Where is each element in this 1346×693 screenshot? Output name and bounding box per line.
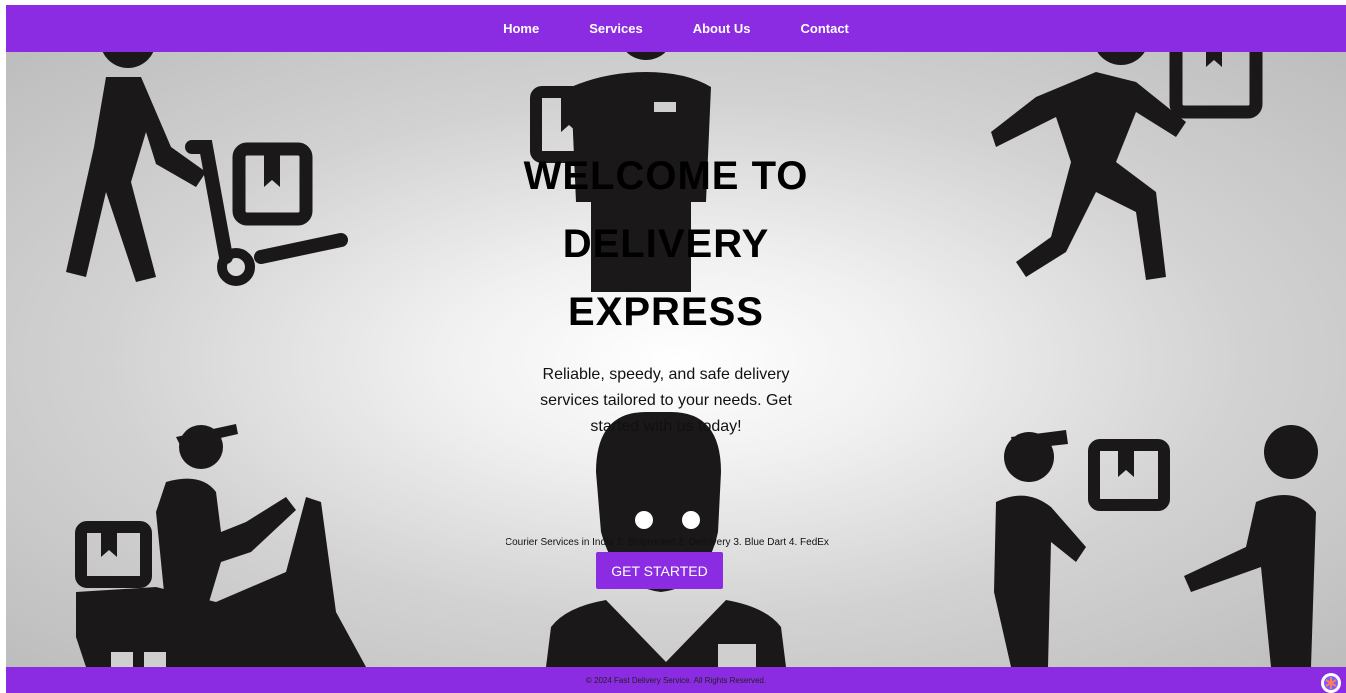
footer-copyright: © 2024 Fast Delivery Service. All Rights… [585,675,767,685]
courier-ticker: Top Courier Services in India 1. Shiproc… [506,537,831,551]
delivery-cart-icon [66,52,348,286]
hero-title: WELCOME TO DELIVERY EXPRESS [496,142,836,346]
scooter-courier-icon [75,424,366,667]
hero-title-line-1: WELCOME TO [523,154,809,198]
nav-link-about[interactable]: About Us [693,21,751,36]
nav-link-services[interactable]: Services [589,21,643,36]
nav-link-home[interactable]: Home [503,21,539,36]
hero-title-line-2: DELIVERY [562,222,770,266]
nav-item-contact: Contact [776,20,874,38]
hero-tagline: Reliable, speedy, and safe delivery serv… [540,366,792,435]
courier-ticker-text: Top Courier Services in India 1. Shiproc… [506,537,831,548]
running-courier-icon [991,52,1263,280]
get-started-button[interactable]: GET STARTED [596,552,723,589]
top-navbar: Home Services About Us Contact [6,5,1346,52]
page-frame: Home Services About Us Contact WELCOME T… [6,5,1346,693]
extension-icon [1324,676,1338,690]
hero-title-line-3: EXPRESS [568,290,764,334]
nav-list: Home Services About Us Contact [478,20,874,38]
extension-badge[interactable] [1321,673,1341,693]
nav-item-about: About Us [668,20,776,38]
nav-link-contact[interactable]: Contact [801,21,849,36]
nav-item-home: Home [478,20,564,38]
page-footer: © 2024 Fast Delivery Service. All Rights… [6,667,1346,693]
box-handoff-icon [994,425,1318,667]
hero-section: WELCOME TO DELIVERY EXPRESS Reliable, sp… [6,52,1346,667]
nav-item-services: Services [564,20,668,38]
